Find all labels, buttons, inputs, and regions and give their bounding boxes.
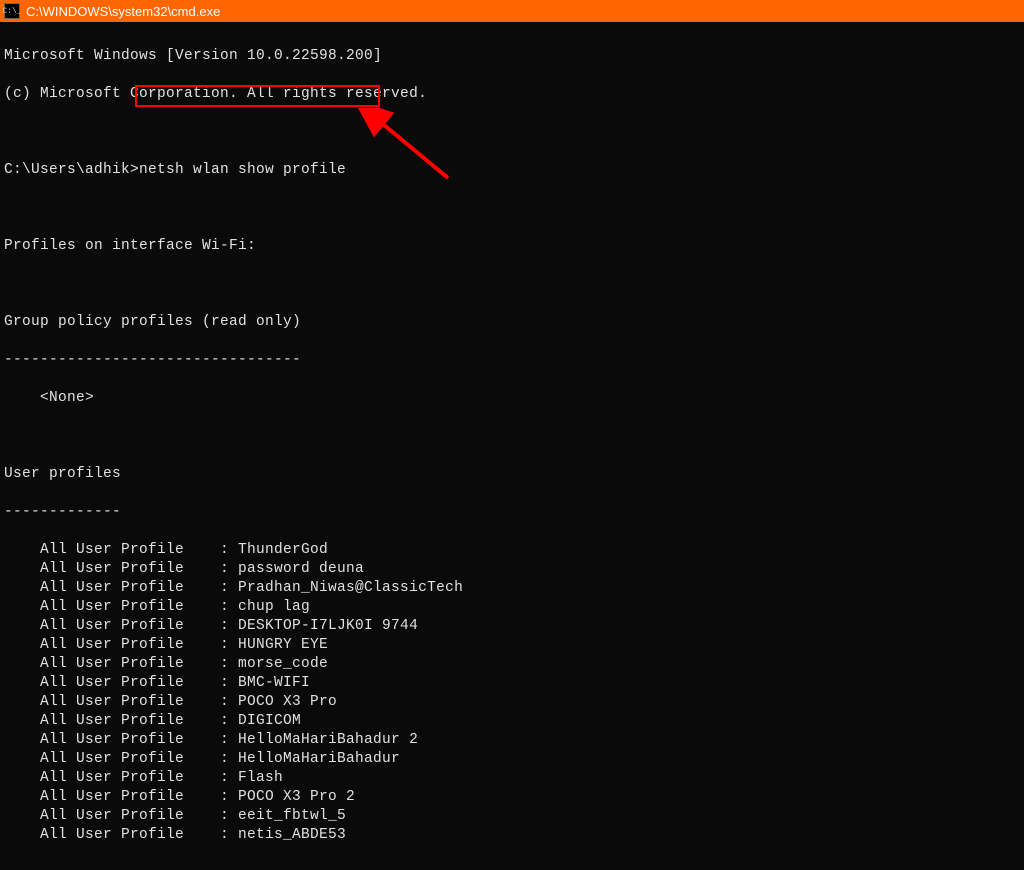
- profile-row: All User Profile : Flash: [4, 769, 1020, 788]
- profile-row: All User Profile : Pradhan_Niwas@Classic…: [4, 579, 1020, 598]
- profile-row: All User Profile : HelloMaHariBahadur: [4, 750, 1020, 769]
- profile-row: All User Profile : POCO X3 Pro: [4, 693, 1020, 712]
- group-policy-value: <None>: [4, 389, 1020, 408]
- user-profiles-header: User profiles: [4, 465, 1020, 484]
- interface-header: Profiles on interface Wi-Fi:: [4, 237, 1020, 256]
- group-policy-header: Group policy profiles (read only): [4, 313, 1020, 332]
- profile-row: All User Profile : netis_ABDE53: [4, 826, 1020, 845]
- profile-row: All User Profile : eeit_fbtwl_5: [4, 807, 1020, 826]
- terminal-output[interactable]: Microsoft Windows [Version 10.0.22598.20…: [0, 22, 1024, 870]
- cmd-icon: C:\_: [4, 3, 20, 19]
- prompt-line: C:\Users\adhik>netsh wlan show profile: [4, 161, 1020, 180]
- command-text: netsh wlan show profile: [139, 162, 346, 178]
- profile-row: All User Profile : morse_code: [4, 655, 1020, 674]
- profile-row: All User Profile : password deuna: [4, 560, 1020, 579]
- version-line: Microsoft Windows [Version 10.0.22598.20…: [4, 47, 1020, 66]
- profile-row: All User Profile : chup lag: [4, 598, 1020, 617]
- prompt-text: C:\Users\adhik>: [4, 162, 139, 178]
- profile-row: All User Profile : ThunderGod: [4, 541, 1020, 560]
- title-bar[interactable]: C:\_ C:\WINDOWS\system32\cmd.exe: [0, 0, 1024, 22]
- profile-row: All User Profile : POCO X3 Pro 2: [4, 788, 1020, 807]
- profile-row: All User Profile : BMC-WIFI: [4, 674, 1020, 693]
- profile-row: All User Profile : DESKTOP-I7LJK0I 9744: [4, 617, 1020, 636]
- profile-row: All User Profile : DIGICOM: [4, 712, 1020, 731]
- group-policy-separator: ---------------------------------: [4, 351, 1020, 370]
- window-title: C:\WINDOWS\system32\cmd.exe: [26, 4, 220, 19]
- profile-row: All User Profile : HUNGRY EYE: [4, 636, 1020, 655]
- user-profiles-separator: -------------: [4, 503, 1020, 522]
- profile-row: All User Profile : HelloMaHariBahadur 2: [4, 731, 1020, 750]
- copyright-line: (c) Microsoft Corporation. All rights re…: [4, 85, 1020, 104]
